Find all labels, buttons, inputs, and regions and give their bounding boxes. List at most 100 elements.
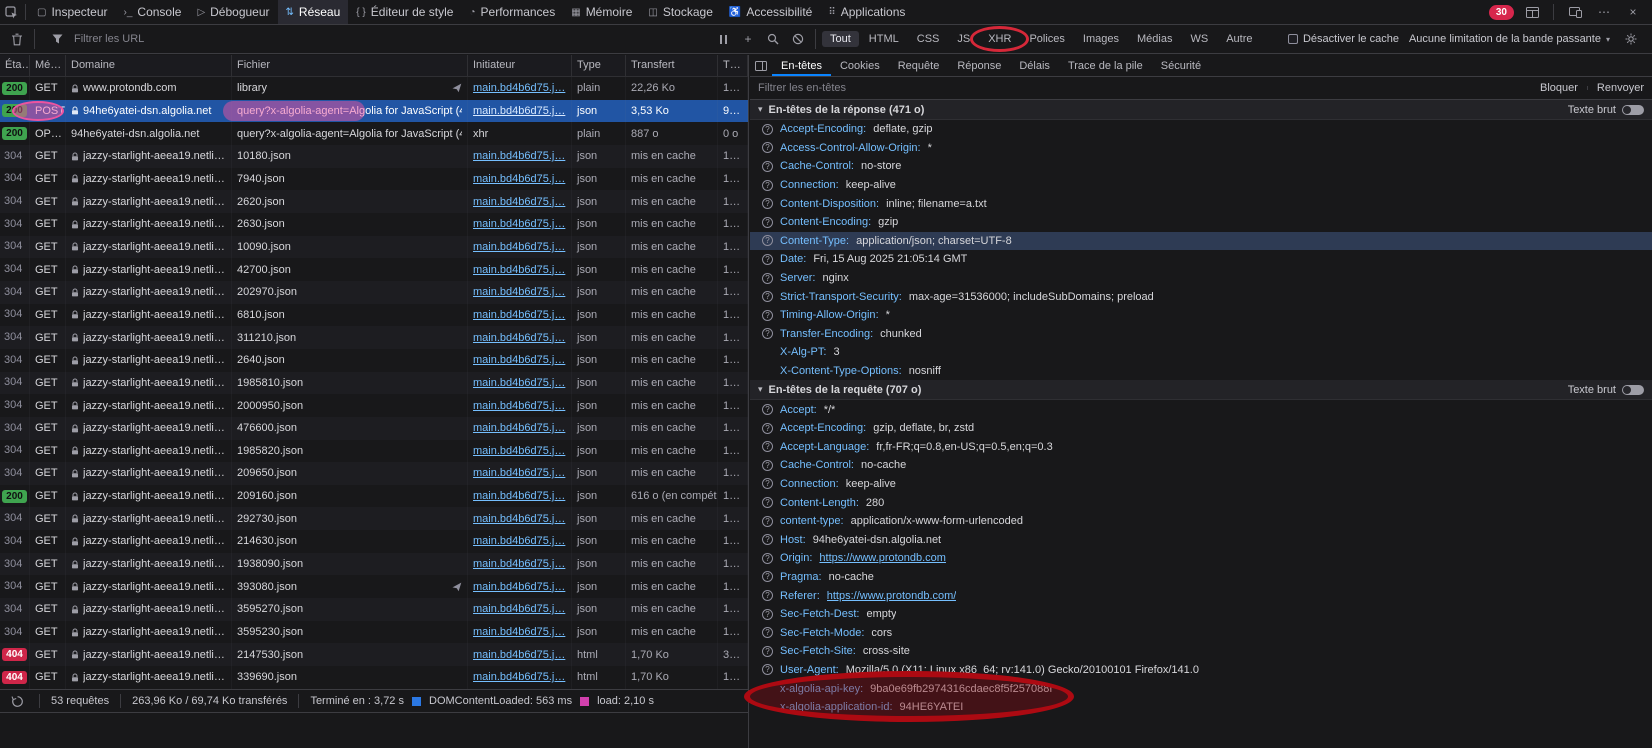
tab-accessibilite[interactable]: ♿ Accessibilité (721, 0, 820, 24)
detail-tab-s-curit[interactable]: Sécurité (1152, 55, 1210, 76)
search-icon[interactable] (762, 33, 784, 45)
help-icon[interactable]: ? (762, 534, 773, 545)
header-row[interactable]: ? Timing-Allow-Origin * (750, 306, 1652, 325)
header-row[interactable]: ? Accept-Encoding deflate, gzip (750, 120, 1652, 139)
filter-type-xhr[interactable]: XHR (980, 31, 1019, 47)
initiator-link[interactable]: main.bd4b6d75.j… (473, 173, 565, 185)
initiator-link[interactable]: main.bd4b6d75.j… (473, 196, 565, 208)
request-row-26[interactable]: 404 GET jazzy-starlight-aeea19.netli… 21… (0, 643, 748, 666)
help-icon[interactable]: ? (762, 460, 773, 471)
request-row-16[interactable]: 304 GET jazzy-starlight-aeea19.netli… 47… (0, 417, 748, 440)
request-row-3[interactable]: 200 OP… 94he6yatei-dsn.algolia.net query… (0, 122, 748, 145)
initiator-link[interactable]: main.bd4b6d75.j… (473, 626, 565, 638)
detail-tab-d-lais[interactable]: Délais (1010, 55, 1059, 76)
header-row[interactable]: ? x-algolia-application-id 94HE6YATEI (750, 698, 1652, 717)
response-headers-toggle[interactable]: ▾ En-têtes de la réponse (471 o) Texte b… (750, 100, 1652, 120)
raw-toggle-switch[interactable] (1622, 105, 1644, 115)
filter-type-js[interactable]: JS (949, 31, 978, 47)
request-row-2[interactable]: 200 POST 94he6yatei-dsn.algolia.net quer… (0, 100, 748, 123)
help-icon[interactable]: ? (762, 142, 773, 153)
request-row-8[interactable]: 304 GET jazzy-starlight-aeea19.netli… 10… (0, 236, 748, 259)
request-headers-toggle[interactable]: ▾ En-têtes de la requête (707 o) Texte b… (750, 380, 1652, 400)
request-row-12[interactable]: 304 GET jazzy-starlight-aeea19.netli… 31… (0, 326, 748, 349)
initiator-link[interactable]: main.bd4b6d75.j… (473, 150, 565, 162)
split-panel-icon[interactable] (750, 55, 772, 76)
custom-tool-icon[interactable] (1521, 7, 1543, 18)
clear-requests-icon[interactable] (6, 33, 28, 46)
help-icon[interactable]: ? (762, 478, 773, 489)
url-filter-input[interactable] (74, 33, 709, 45)
header-row[interactable]: ? X-Alg-PT 3 (750, 343, 1652, 362)
initiator-link[interactable]: main.bd4b6d75.j… (473, 309, 565, 321)
header-row[interactable]: ? Access-Control-Allow-Origin * (750, 139, 1652, 158)
column-header-domaine[interactable]: Domaine (66, 55, 232, 76)
disable-cache-checkbox[interactable] (1288, 34, 1298, 44)
initiator-link[interactable]: main.bd4b6d75.j… (473, 558, 565, 570)
help-icon[interactable]: ? (762, 161, 773, 172)
tab-console[interactable]: ›_ Console (116, 0, 190, 24)
tab-reseau[interactable]: ⇅ Réseau (278, 0, 349, 24)
request-row-1[interactable]: 200 GET www.protondb.com library main.bd… (0, 77, 748, 100)
tab-editeur-de-style[interactable]: { } Éditeur de style (348, 0, 461, 24)
header-row[interactable]: ? X-Content-Type-Options nosniff (750, 362, 1652, 381)
help-icon[interactable]: ? (762, 404, 773, 415)
help-icon[interactable]: ? (762, 124, 773, 135)
header-row[interactable]: ? content-type application/x-www-form-ur… (750, 512, 1652, 531)
help-icon[interactable]: ? (762, 423, 773, 434)
close-devtools-icon[interactable]: × (1622, 6, 1644, 18)
header-row[interactable]: ? Strict-Transport-Security max-age=3153… (750, 287, 1652, 306)
throttling-select[interactable]: Aucune limitation de la bande passante ▾ (1409, 33, 1610, 45)
header-row[interactable]: ? Referer https://www.protondb.com/ (750, 586, 1652, 605)
filter-type-autre[interactable]: Autre (1218, 31, 1260, 47)
request-row-7[interactable]: 304 GET jazzy-starlight-aeea19.netli… 26… (0, 213, 748, 236)
header-row[interactable]: ? Connection keep-alive (750, 176, 1652, 195)
header-row[interactable]: ? Accept-Encoding gzip, deflate, br, zst… (750, 419, 1652, 438)
column-header-ta[interactable]: Éta… (0, 55, 30, 76)
help-icon[interactable]: ? (762, 217, 773, 228)
help-icon[interactable]: ? (762, 627, 773, 638)
initiator-link[interactable]: main.bd4b6d75.j… (473, 400, 565, 412)
header-row[interactable]: ? Sec-Fetch-Mode cors (750, 623, 1652, 642)
column-header-m[interactable]: Mé… (30, 55, 66, 76)
filter-type-tout[interactable]: Tout (822, 31, 859, 47)
header-row[interactable]: ? Host 94he6yatei-dsn.algolia.net (750, 530, 1652, 549)
responsive-design-icon[interactable] (1564, 7, 1586, 18)
header-row[interactable]: ? Content-Length 280 (750, 493, 1652, 512)
request-row-15[interactable]: 304 GET jazzy-starlight-aeea19.netli… 20… (0, 394, 748, 417)
request-row-4[interactable]: 304 GET jazzy-starlight-aeea19.netli… 10… (0, 145, 748, 168)
header-row[interactable]: ? Cache-Control no-cache (750, 456, 1652, 475)
block-url-button[interactable]: Bloquer (1540, 82, 1578, 94)
initiator-link[interactable]: main.bd4b6d75.j… (473, 354, 565, 366)
tab-debogueur[interactable]: ▷ Débogueur (189, 0, 277, 24)
network-settings-icon[interactable] (1620, 33, 1642, 45)
header-row[interactable]: ? Cache-Control no-store (750, 157, 1652, 176)
initiator-link[interactable]: main.bd4b6d75.j… (473, 332, 565, 344)
request-row-10[interactable]: 304 GET jazzy-starlight-aeea19.netli… 20… (0, 281, 748, 304)
help-icon[interactable]: ? (762, 553, 773, 564)
help-icon[interactable]: ? (762, 235, 773, 246)
pick-element-icon[interactable] (0, 0, 22, 24)
request-row-23[interactable]: 304 GET jazzy-starlight-aeea19.netli… 39… (0, 575, 748, 598)
new-request-icon[interactable]: + (737, 33, 759, 45)
help-icon[interactable]: ? (762, 646, 773, 657)
header-row[interactable]: ? x-algolia-api-key 9ba0e69fb2974316cdae… (750, 679, 1652, 698)
initiator-link[interactable]: main.bd4b6d75.j… (473, 513, 565, 525)
error-count-badge[interactable]: 30 (1489, 5, 1514, 20)
throttling-status-icon[interactable] (6, 695, 28, 708)
tab-memoire[interactable]: ▦ Mémoire (563, 0, 640, 24)
filter-type-ws[interactable]: WS (1182, 31, 1216, 47)
detail-tab-en-t-tes[interactable]: En-têtes (772, 55, 831, 76)
initiator-link[interactable]: xhr (473, 128, 488, 140)
request-row-5[interactable]: 304 GET jazzy-starlight-aeea19.netli… 79… (0, 168, 748, 191)
request-row-11[interactable]: 304 GET jazzy-starlight-aeea19.netli… 68… (0, 304, 748, 327)
initiator-link[interactable]: main.bd4b6d75.j… (473, 241, 565, 253)
help-icon[interactable]: ? (762, 609, 773, 620)
block-icon[interactable] (787, 33, 809, 45)
header-row[interactable]: ? Connection keep-alive (750, 475, 1652, 494)
initiator-link[interactable]: main.bd4b6d75.j… (473, 535, 565, 547)
header-row[interactable]: ? Sec-Fetch-Site cross-site (750, 642, 1652, 661)
request-row-13[interactable]: 304 GET jazzy-starlight-aeea19.netli… 26… (0, 349, 748, 372)
request-row-9[interactable]: 304 GET jazzy-starlight-aeea19.netli… 42… (0, 258, 748, 281)
column-header-t[interactable]: T… (718, 55, 748, 76)
initiator-link[interactable]: main.bd4b6d75.j… (473, 82, 565, 94)
